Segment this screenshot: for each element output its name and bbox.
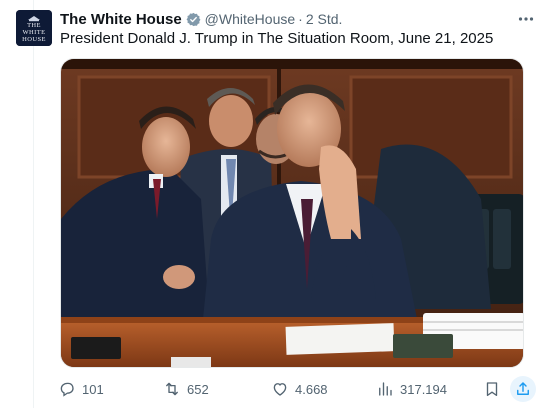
- share-upload-icon: [517, 382, 529, 395]
- bookmark-button[interactable]: [483, 376, 501, 402]
- tweet-header: The White House @WhiteHouse · 2 Std.: [60, 9, 342, 29]
- timestamp[interactable]: 2 Std.: [306, 11, 343, 27]
- retweet-count: 652: [187, 381, 209, 397]
- logo-wordmark: THE WHITE HOUSE: [22, 22, 46, 43]
- avatar[interactable]: THE WHITE HOUSE: [16, 10, 52, 46]
- situation-room-photo: [61, 59, 523, 367]
- reply-count: 101: [82, 381, 104, 397]
- more-dots-icon: [518, 17, 534, 21]
- more-options-button[interactable]: [517, 10, 535, 28]
- views-button[interactable]: 317.194: [376, 376, 447, 402]
- reply-button[interactable]: 101: [58, 376, 104, 402]
- retweet-arrows-icon: [166, 382, 178, 396]
- like-button[interactable]: 4.668: [271, 376, 328, 402]
- reply-bubble-icon: [60, 382, 74, 397]
- display-name[interactable]: The White House: [60, 11, 182, 28]
- bookmark-icon: [486, 382, 498, 397]
- like-count: 4.668: [295, 381, 328, 397]
- tweet-actions: 101 652 4.668 317.194: [58, 376, 536, 402]
- tweet-text: President Donald J. Trump in The Situati…: [60, 30, 494, 47]
- views-count: 317.194: [400, 381, 447, 397]
- bar-chart-icon: [379, 382, 392, 396]
- heart-icon: [273, 383, 287, 396]
- tweet[interactable]: THE WHITE HOUSE The White House @WhiteHo…: [0, 0, 555, 408]
- verified-badge-icon[interactable]: [186, 12, 201, 27]
- handle[interactable]: @WhiteHouse: [205, 11, 295, 27]
- share-button[interactable]: [510, 376, 536, 402]
- retweet-button[interactable]: 652: [163, 376, 209, 402]
- separator-dot: ·: [298, 11, 303, 27]
- tweet-photo[interactable]: [60, 58, 524, 368]
